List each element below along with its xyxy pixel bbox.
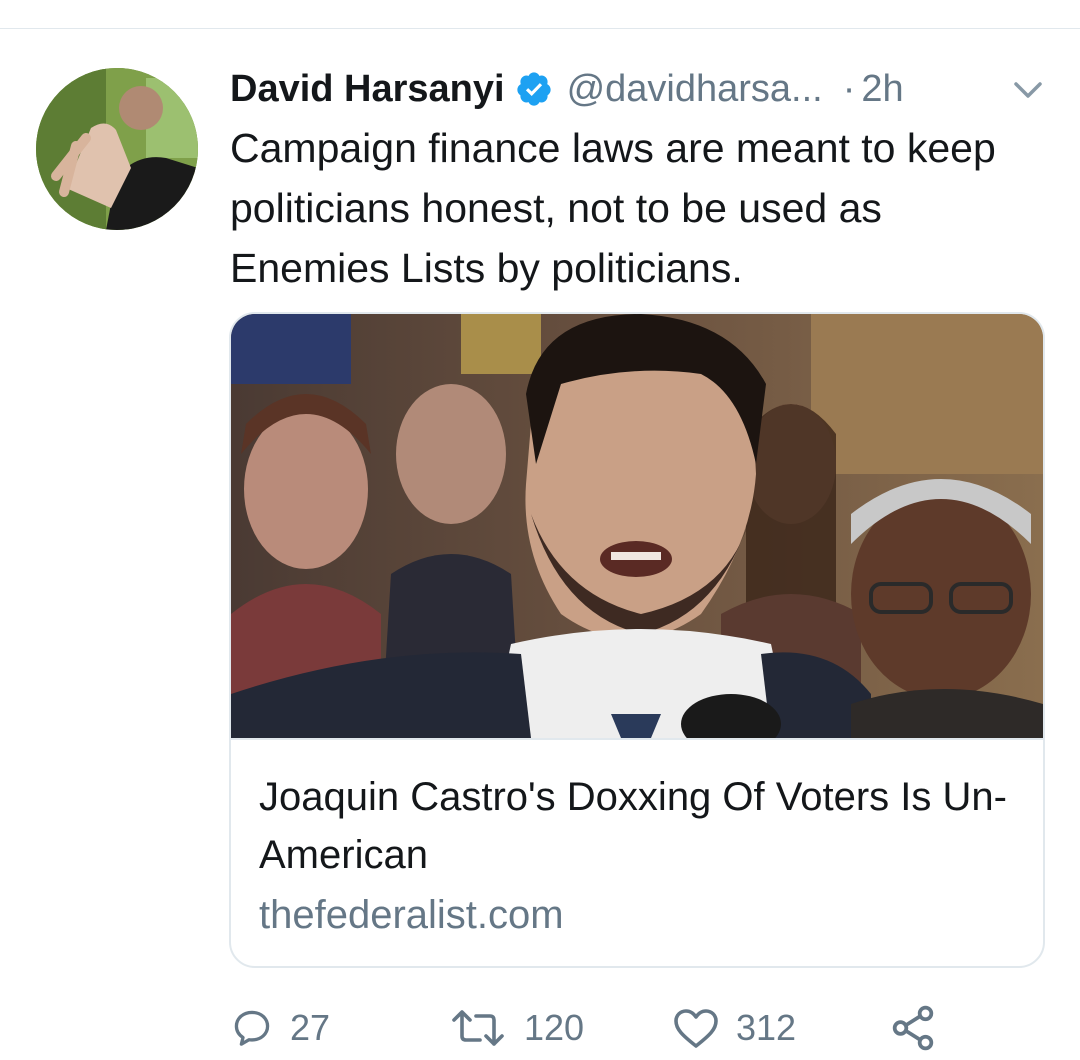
card-title[interactable]: Joaquin Castro's Doxxing Of Voters Is Un… <box>259 768 1019 884</box>
tweet-timestamp[interactable]: 2h <box>861 68 903 111</box>
tweet-header: David Harsanyi @davidharsa... · 2h <box>230 64 904 114</box>
retweet-button[interactable]: 120 <box>448 998 584 1058</box>
chevron-down-icon[interactable] <box>1010 78 1046 102</box>
separator-dot: · <box>842 67 856 110</box>
retweet-icon <box>448 1006 508 1050</box>
verified-badge-icon <box>515 70 553 108</box>
card-image <box>231 314 1043 738</box>
like-button[interactable]: 312 <box>672 998 796 1058</box>
link-card[interactable]: Joaquin Castro's Doxxing Of Voters Is Un… <box>229 312 1045 968</box>
card-domain[interactable]: thefederalist.com <box>259 886 564 944</box>
heart-icon <box>672 1006 720 1050</box>
tweet-actions: 27 120 312 <box>0 998 1080 1058</box>
author-handle[interactable]: @davidharsa... <box>567 68 823 111</box>
like-count: 312 <box>736 1007 797 1048</box>
tweet-text: Campaign finance laws are meant to keep … <box>230 125 996 291</box>
reply-icon <box>230 1006 274 1050</box>
top-divider <box>0 28 1080 29</box>
author-name[interactable]: David Harsanyi <box>230 68 505 111</box>
author-avatar[interactable] <box>36 68 198 230</box>
card-divider <box>231 738 1043 740</box>
retweet-count: 120 <box>524 1007 585 1048</box>
reply-button[interactable]: 27 <box>230 998 330 1058</box>
share-button[interactable] <box>888 998 938 1058</box>
reply-count: 27 <box>290 1007 331 1048</box>
share-icon <box>888 1003 938 1053</box>
avatar-image <box>36 68 198 230</box>
